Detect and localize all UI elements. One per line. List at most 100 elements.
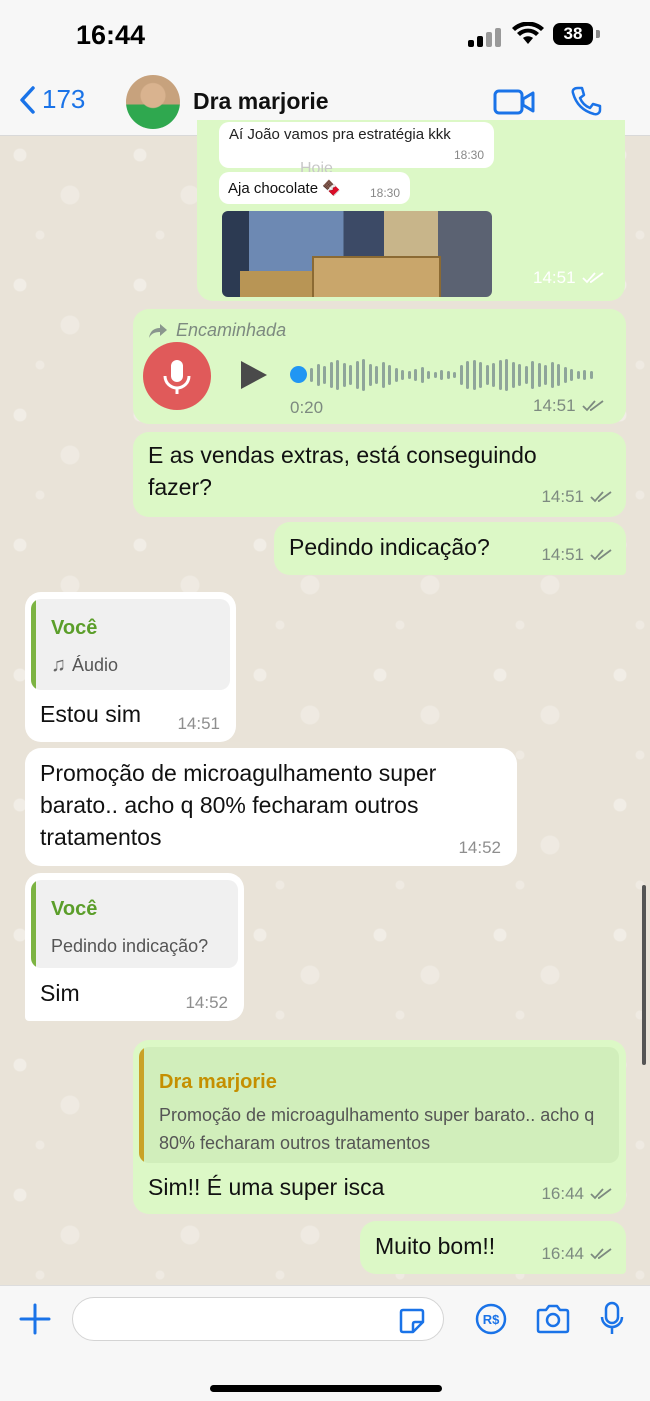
status-bar: 16:44 38 [0,0,650,70]
waveform-bar [329,362,333,388]
waveform-bar [492,363,495,387]
microphone-icon[interactable] [600,1301,624,1337]
play-icon[interactable] [241,361,267,389]
waveform-bar [472,360,476,390]
read-ticks-icon [590,549,612,561]
message-bubble[interactable]: Muito bom!! 16:44 [360,1221,626,1274]
message-bubble[interactable]: Promoção de microagulhamento super barat… [25,748,517,866]
read-ticks-icon [581,400,604,412]
waveform-bar [459,365,463,385]
waveform-bar [440,370,443,380]
waveform-bar [368,364,372,386]
waveform-bar [355,361,359,389]
quoted-text: ♫ Áudio [51,651,118,679]
waveform-bar [485,365,489,385]
waveform-bar [537,363,541,387]
waveform-bar [544,365,547,385]
waveform-bar [323,366,326,384]
chevron-left-icon [20,85,35,114]
wifi-icon [512,22,544,44]
waveform-bar [589,371,593,379]
quoted-time-1: 18:30 [453,148,484,162]
audio-avatar [143,342,211,410]
waveform-bar [531,361,534,389]
message-text: Sim!! É uma super isca [148,1174,385,1200]
read-ticks-icon [590,1188,612,1200]
camera-icon[interactable] [535,1303,571,1335]
audio-duration: 0:20 [290,398,324,417]
waveform-bar [524,366,528,384]
message-time: 14:51 [541,487,612,507]
waveform-bar [557,364,560,386]
waveform-bar [388,365,391,385]
waveform-bar [362,359,365,391]
plus-icon[interactable] [18,1302,52,1336]
waveform-bar [407,371,411,379]
waveform-bar [394,368,398,382]
waveform-bar [401,370,404,380]
forward-icon [149,323,167,338]
waveform-bar [336,360,339,390]
sticker-icon[interactable] [398,1307,426,1335]
home-indicator [210,1385,442,1392]
composer-bar: R$ [0,1285,650,1401]
message-time: 14:52 [185,993,228,1012]
payment-icon[interactable]: R$ [474,1302,508,1336]
message-text: E as vendas extras, está conseguindo faz… [148,442,537,500]
waveform-bar [550,362,554,388]
back-count: 173 [42,84,86,114]
message-time: 16:44 [541,1244,612,1264]
waveform-bar [342,363,346,387]
message-input[interactable] [72,1297,444,1341]
quoted-message-2: Aja chocolate 🍫 18:30 [219,172,410,204]
waveform-bar [375,366,378,384]
message-text: Pedindo indicação? [289,534,490,560]
message-text: Promoção de microagulhamento super barat… [40,760,437,850]
waveform-bar [446,371,450,379]
audio-scrubber[interactable] [290,366,307,383]
quoted-text-1: Aí João vamos pra estratégia kkk [229,126,451,143]
message-bubble[interactable]: Você Pedindo indicação? Sim 14:52 [25,873,244,1021]
waveform-bar [420,367,424,383]
waveform-bar [576,371,580,379]
back-button[interactable]: 173 [18,84,85,115]
chat-photo[interactable] [222,211,492,297]
video-icon[interactable] [493,88,535,116]
waveform-bar [498,360,502,390]
quoted-reply[interactable]: Você Pedindo indicação? [31,880,238,968]
message-time: 14:51 [533,268,604,288]
waveform-bar [433,372,437,378]
scrollbar[interactable] [642,885,646,1065]
waveform-bar [466,361,469,389]
message-bubble[interactable]: E as vendas extras, está conseguindo faz… [133,432,626,517]
quoted-text-2: Aja chocolate 🍫 [228,180,341,197]
waveform-bar [316,364,320,386]
svg-text:R$: R$ [483,1312,500,1327]
phone-icon[interactable] [570,85,602,117]
message-bubble[interactable]: Pedindo indicação? 14:51 [274,522,626,575]
quoted-text: Pedindo indicação? [51,936,209,956]
signal-icon [468,27,504,47]
quoted-reply[interactable]: Você ♫ Áudio [31,599,230,690]
audio-waveform[interactable] [310,357,602,393]
battery-level: 38 [563,24,583,43]
waveform-bar [381,362,385,388]
message-bubble[interactable]: Você ♫ Áudio Estou sim 14:51 [25,592,236,742]
waveform-bar [563,367,567,383]
quoted-reply[interactable]: Dra marjorie Promoção de microagulhament… [139,1047,619,1163]
waveform-bar [479,362,482,388]
message-bubble[interactable]: Dra marjorie Promoção de microagulhament… [133,1040,626,1214]
waveform-bar [414,369,417,381]
waveform-bar [583,370,586,380]
message-time: 14:51 [533,396,604,416]
microphone-icon [163,360,191,394]
message-text: Muito bom!! [375,1233,496,1259]
waveform-bar [570,369,573,381]
quoted-author: Dra marjorie [159,1071,277,1093]
waveform-bar [505,359,508,391]
avatar[interactable] [126,75,180,129]
contact-name[interactable]: Dra marjorie [193,88,329,115]
quoted-time-2: 18:30 [369,186,400,200]
message-time: 14:52 [458,838,501,857]
read-ticks-icon [590,1248,612,1260]
